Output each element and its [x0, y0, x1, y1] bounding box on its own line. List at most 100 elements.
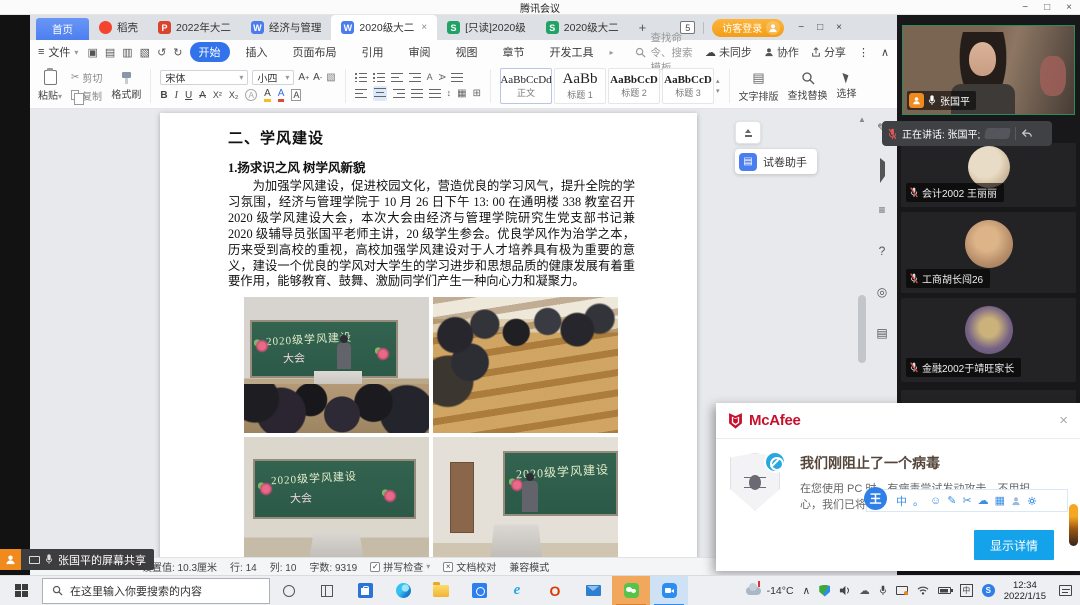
style-heading1[interactable]: AaBb标题 1 — [554, 68, 606, 104]
scrollbar-thumb[interactable] — [858, 295, 866, 363]
participant-tile[interactable]: 会计2002 王丽丽 — [901, 143, 1076, 207]
maximize-icon[interactable]: □ — [1044, 2, 1050, 13]
copy-button[interactable]: 复制 — [71, 88, 102, 103]
volume-icon[interactable] — [839, 585, 850, 596]
ime-toolbar[interactable]: 王 中 。 ☺ ✎ ✂ ☁ ▦ — [866, 489, 1068, 512]
font-size-select[interactable]: 小四▾ — [252, 70, 294, 85]
align-right-icon[interactable] — [393, 88, 405, 98]
menu-tab-view[interactable]: 视图 — [447, 42, 487, 62]
underline-button[interactable]: U — [185, 90, 192, 101]
more-icon[interactable]: ⋮ — [858, 46, 869, 59]
ime-cloud-icon[interactable]: ☁ — [978, 494, 989, 507]
chevron-right-icon[interactable]: ▸ — [610, 48, 614, 57]
close-icon[interactable]: × — [1066, 2, 1072, 13]
task-view-button[interactable] — [308, 576, 346, 605]
file-menu[interactable]: ≡ 文件 ▾ — [38, 44, 78, 60]
minimize-icon[interactable]: − — [1022, 2, 1028, 13]
superscript-button[interactable]: X² — [213, 90, 222, 100]
tab-ppt-2022[interactable]: P2022年大二 — [148, 15, 241, 40]
tray-expand-icon[interactable]: ∧ — [803, 585, 811, 597]
menu-tab-home[interactable]: 开始 — [190, 42, 230, 62]
style-heading2[interactable]: AaBbCcD标题 2 — [608, 68, 660, 104]
status-wordcount[interactable]: 字数: 9319 — [309, 559, 357, 574]
wps-close-icon[interactable]: × — [836, 22, 842, 33]
ime-gear-icon[interactable] — [1027, 496, 1037, 506]
taskbar-app-store[interactable] — [346, 576, 384, 605]
format-painter-button[interactable]: 格式刷 — [111, 72, 141, 101]
line-spacing-icon[interactable]: ↕ — [447, 88, 452, 98]
font-color-button[interactable]: A — [278, 88, 285, 102]
tab-ruler-icon[interactable] — [451, 72, 463, 82]
distribute-icon[interactable] — [429, 88, 441, 98]
shrink-font-button[interactable]: A- — [313, 72, 322, 83]
tab-sheet-2020[interactable]: S2020级大二 — [536, 15, 629, 40]
taskbar-app-wechat[interactable] — [612, 576, 650, 605]
ime-punct-icon[interactable]: 。 — [913, 493, 924, 509]
style-scroll-down-icon[interactable]: ▾ — [716, 87, 720, 95]
taskbar-app-office[interactable]: O — [536, 576, 574, 605]
tab-doc-economics[interactable]: W经济与管理 — [241, 15, 332, 40]
taskbar-app-explorer[interactable] — [422, 576, 460, 605]
action-center-icon[interactable] — [1059, 585, 1072, 596]
video-tile-speaker[interactable]: 张国平 — [902, 25, 1075, 115]
preview-icon[interactable]: ▧ — [140, 46, 150, 59]
ime-emoji-icon[interactable]: ☺ — [930, 495, 941, 507]
taskbar-app-meeting[interactable] — [650, 576, 688, 605]
cortana-button[interactable] — [270, 576, 308, 605]
proofing-toggle[interactable]: ×文档校对 — [443, 559, 496, 574]
style-normal[interactable]: AaBbCcDd正文 — [500, 68, 552, 104]
strikethrough-button[interactable]: A — [199, 90, 206, 101]
ime-pen-icon[interactable]: ✎ — [947, 494, 956, 507]
tab-sheet-readonly[interactable]: S[只读]2020级 — [437, 15, 536, 40]
resource-icon[interactable]: ◎ — [877, 285, 887, 299]
reply-arrow-icon[interactable] — [1021, 128, 1033, 138]
weather-widget[interactable]: -14°C — [746, 585, 794, 597]
export-icon[interactable]: ▤ — [105, 46, 115, 59]
sogou-tray-icon[interactable]: S — [982, 584, 995, 597]
wps-minimize-icon[interactable]: − — [798, 22, 804, 33]
taskbar-app-docs[interactable] — [460, 576, 498, 605]
start-button[interactable] — [0, 576, 42, 605]
print-icon[interactable]: ▥ — [122, 46, 132, 59]
menu-tab-devtools[interactable]: 开发工具 — [541, 42, 603, 62]
participant-tile[interactable]: 金融2002于靖旺家长 — [901, 298, 1076, 382]
align-center-icon[interactable] — [373, 86, 387, 101]
style-heading3[interactable]: AaBbCcD标题 3 — [662, 68, 714, 104]
spellcheck-toggle[interactable]: ✓拼写检查▾ — [370, 559, 430, 574]
ime-badge[interactable]: 王 — [864, 487, 887, 510]
show-details-button[interactable]: 显示详情 — [974, 530, 1054, 560]
mcafee-close-icon[interactable]: × — [1059, 412, 1068, 429]
card-tool-icon[interactable]: ▤ — [876, 326, 887, 340]
align-justify-icon[interactable] — [411, 88, 423, 98]
sync-status[interactable]: ☁未同步 — [705, 44, 752, 60]
taskbar-app-mail[interactable] — [574, 576, 612, 605]
decrease-indent-icon[interactable] — [391, 72, 403, 82]
menu-tab-insert[interactable]: 插入 — [237, 42, 277, 62]
bold-button[interactable]: B — [160, 90, 167, 101]
style-scroll-up-icon[interactable]: ▴ — [716, 77, 720, 85]
undo-icon[interactable]: ↺ — [157, 46, 166, 59]
menu-tab-layout[interactable]: 页面布局 — [284, 42, 346, 62]
select-tool-icon[interactable] — [880, 162, 885, 176]
taskbar-app-edge[interactable] — [384, 576, 422, 605]
find-replace-button[interactable]: 查找替换 — [788, 71, 828, 102]
char-border-button[interactable]: A — [291, 89, 301, 101]
tab-docer[interactable]: 稻壳 — [89, 15, 148, 40]
save-icon[interactable]: ▣ — [87, 46, 97, 59]
exam-helper-button[interactable]: ▤ 试卷助手 — [735, 149, 817, 174]
highlight-color-button[interactable]: A — [264, 88, 271, 102]
subscript-button[interactable]: X₂ — [229, 90, 239, 100]
taskbar-app-ie[interactable]: e — [498, 576, 536, 605]
cut-button[interactable]: ✂剪切 — [71, 70, 102, 85]
italic-button[interactable]: I — [175, 90, 178, 101]
menu-tab-references[interactable]: 引用 — [353, 42, 393, 62]
participant-tile[interactable]: 工商胡长闯26 — [901, 212, 1076, 293]
font-name-select[interactable]: 宋体▾ — [160, 70, 248, 85]
char-scale-icon[interactable]: A — [427, 72, 433, 82]
circle-text-button[interactable]: A — [245, 89, 257, 101]
battery-icon[interactable] — [938, 587, 951, 594]
borders-icon[interactable]: ⊞ — [473, 88, 481, 99]
clear-format-icon[interactable]: ▧ — [326, 72, 335, 83]
bullet-list-icon[interactable] — [355, 72, 367, 82]
share-button[interactable]: 分享 — [811, 44, 846, 60]
